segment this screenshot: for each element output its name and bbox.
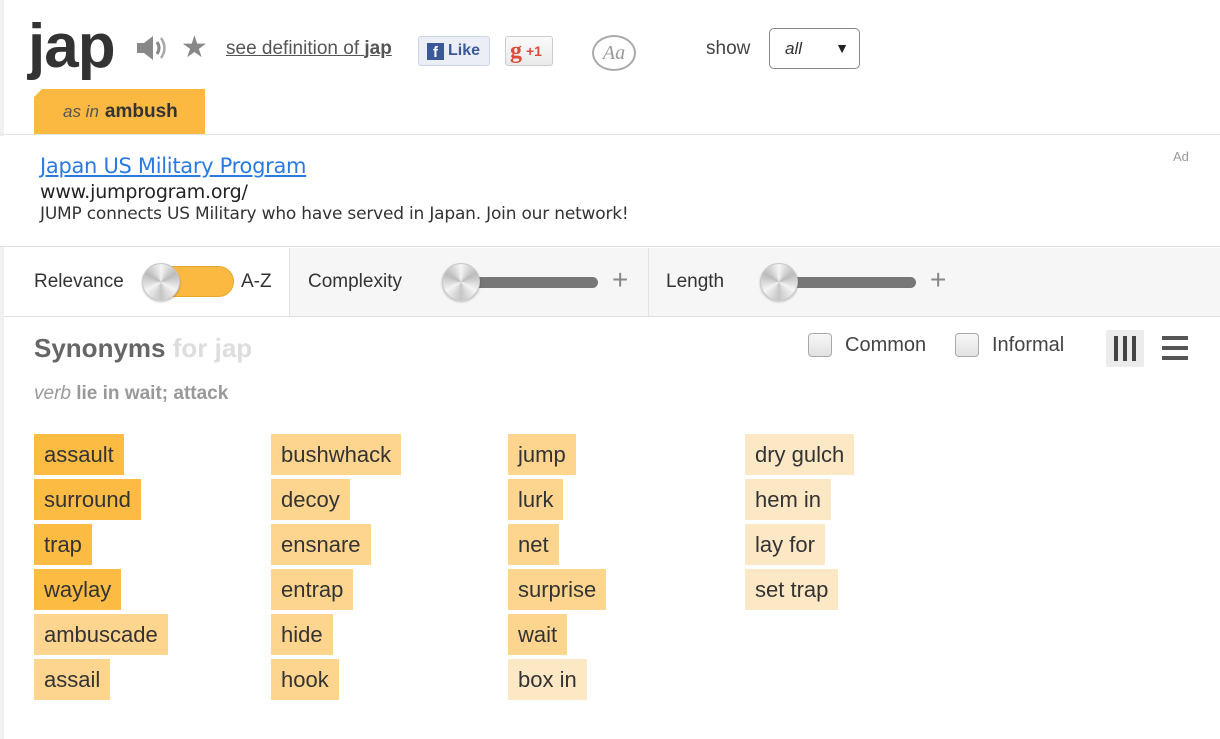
speaker-icon[interactable] bbox=[135, 33, 169, 63]
synonym-chip[interactable]: ambuscade bbox=[34, 614, 168, 655]
synonym-chip[interactable]: hide bbox=[271, 614, 333, 655]
google-icon: g bbox=[510, 38, 522, 64]
synonym-chip[interactable]: surprise bbox=[508, 569, 607, 610]
see-definition-link[interactable]: see definition of jap bbox=[226, 38, 392, 60]
length-plus-icon[interactable]: + bbox=[930, 264, 946, 296]
ad-description: JUMP connects US Military who have serve… bbox=[40, 204, 629, 224]
synonym-chip[interactable]: hook bbox=[271, 659, 339, 700]
complexity-slider-knob[interactable] bbox=[442, 263, 480, 301]
synonym-chip[interactable]: set trap bbox=[745, 569, 839, 610]
sort-az-label: A-Z bbox=[241, 271, 272, 292]
font-style-icon[interactable]: Aa bbox=[592, 35, 636, 71]
headword: jap bbox=[28, 12, 116, 81]
word-header: jap ★ see definition of jap f Like g +1 … bbox=[0, 0, 1220, 135]
google-plus-button[interactable]: g +1 bbox=[505, 36, 553, 66]
common-filter-label: Common bbox=[845, 333, 927, 356]
sense-tab-prefix: as in bbox=[63, 101, 99, 121]
synonym-column: bushwhack decoy ensnare entrap hide hook bbox=[271, 434, 402, 700]
synonym-chip[interactable]: net bbox=[508, 524, 559, 565]
synonym-chip[interactable]: decoy bbox=[271, 479, 350, 520]
checkbox-icon[interactable] bbox=[955, 333, 979, 357]
common-filter-checkbox[interactable]: Common bbox=[808, 333, 926, 357]
part-of-speech: verb bbox=[34, 383, 71, 404]
synonym-chip[interactable]: wait bbox=[508, 614, 568, 655]
checkbox-icon[interactable] bbox=[808, 333, 832, 357]
synonym-chip[interactable]: lurk bbox=[508, 479, 564, 520]
synonym-column: assault surround trap waylay ambuscade assail bbox=[34, 434, 168, 700]
synonym-chip[interactable]: assail bbox=[34, 659, 111, 700]
facebook-like-label: Like bbox=[448, 42, 481, 59]
synonym-chip[interactable]: assault bbox=[34, 434, 124, 475]
show-label: show bbox=[706, 38, 751, 59]
informal-filter-checkbox[interactable]: Informal bbox=[955, 333, 1064, 357]
google-plus-label: +1 bbox=[526, 43, 542, 59]
ad-url: www.jumprogram.org/ bbox=[40, 181, 248, 203]
filter-bar: Relevance A-Z Complexity + Length + bbox=[4, 248, 1220, 317]
show-select[interactable]: all ▼ bbox=[769, 28, 860, 69]
synonyms-title: Synonyms bbox=[34, 333, 166, 363]
synonym-column: jump lurk net surprise wait box in bbox=[508, 434, 607, 700]
column-view-icon[interactable] bbox=[1106, 330, 1144, 367]
synonym-chip[interactable]: waylay bbox=[34, 569, 122, 610]
caret-down-icon: ▼ bbox=[835, 40, 849, 56]
synonym-chip[interactable]: trap bbox=[34, 524, 92, 565]
synonym-chip[interactable]: entrap bbox=[271, 569, 354, 610]
sense-definition: verb lie in wait; attack bbox=[34, 383, 228, 405]
length-label: Length bbox=[666, 271, 725, 292]
synonyms-title-suffix: for jap bbox=[172, 333, 253, 363]
ad-block: Japan US Military Program www.jumprogram… bbox=[0, 136, 1220, 247]
synonym-chip[interactable]: hem in bbox=[745, 479, 832, 520]
facebook-like-button[interactable]: f Like bbox=[418, 36, 490, 66]
sort-toggle-knob[interactable] bbox=[142, 263, 180, 301]
synonym-chip[interactable]: dry gulch bbox=[745, 434, 855, 475]
list-view-icon[interactable] bbox=[1162, 336, 1188, 360]
complexity-filter: Complexity + bbox=[290, 248, 649, 316]
length-slider-track[interactable] bbox=[786, 277, 916, 288]
complexity-label: Complexity bbox=[308, 271, 402, 292]
see-definition-prefix: see definition of bbox=[226, 38, 365, 59]
ad-label: Ad bbox=[1173, 149, 1189, 164]
informal-filter-label: Informal bbox=[992, 333, 1065, 356]
synonym-chip[interactable]: bushwhack bbox=[271, 434, 402, 475]
length-slider-knob[interactable] bbox=[760, 263, 798, 301]
sort-toggle-group: Relevance A-Z bbox=[4, 248, 290, 316]
definition-text: lie in wait; attack bbox=[76, 383, 229, 404]
facebook-icon: f bbox=[427, 42, 444, 60]
synonym-chip[interactable]: surround bbox=[34, 479, 141, 520]
ad-title-link[interactable]: Japan US Military Program bbox=[40, 154, 306, 178]
synonym-chip[interactable]: lay for bbox=[745, 524, 825, 565]
synonym-chip[interactable]: ensnare bbox=[271, 524, 371, 565]
show-select-value: all bbox=[785, 38, 803, 58]
synonym-chip[interactable]: box in bbox=[508, 659, 587, 700]
synonym-column: dry gulch hem in lay for set trap bbox=[745, 434, 855, 610]
star-icon[interactable]: ★ bbox=[181, 31, 208, 65]
sense-tab-word: ambush bbox=[104, 100, 178, 122]
sense-tab[interactable]: as in ambush bbox=[34, 89, 205, 134]
see-definition-word: jap bbox=[364, 38, 392, 59]
sort-relevance-label: Relevance bbox=[34, 271, 124, 292]
complexity-slider-track[interactable] bbox=[468, 277, 598, 288]
synonyms-heading: Synonyms for jap bbox=[34, 333, 252, 364]
synonym-chip[interactable]: jump bbox=[508, 434, 576, 475]
complexity-plus-icon[interactable]: + bbox=[612, 264, 628, 296]
